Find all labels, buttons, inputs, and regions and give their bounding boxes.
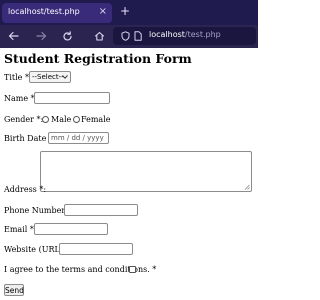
home-icon[interactable] — [92, 29, 106, 43]
address-textarea[interactable] — [40, 151, 252, 192]
resize-handle-icon[interactable] — [244, 184, 250, 190]
page-content: Student Registration Form Title *: --Sel… — [0, 48, 258, 300]
tab-close-icon[interactable]: × — [99, 6, 107, 18]
name-input[interactable] — [34, 92, 110, 104]
terms-checkbox[interactable] — [129, 266, 136, 273]
email-input[interactable] — [34, 223, 108, 235]
title-select[interactable]: --Select-- — [29, 71, 71, 83]
gender-male-radio[interactable] — [42, 116, 49, 123]
birth-date-input[interactable]: mm / dd / yyyy — [48, 132, 109, 144]
browser-tab-bar: localhost/test.php × + — [0, 0, 258, 25]
name-label: Name *: — [4, 94, 38, 103]
title-label: Title *: — [4, 73, 32, 82]
browser-nav-bar: localhost/test.php — [0, 25, 258, 48]
website-input[interactable] — [59, 243, 133, 255]
url-path: /test.php — [184, 30, 221, 39]
gender-female-label: Female — [81, 115, 111, 124]
url-text[interactable]: localhost/test.php — [149, 30, 221, 39]
send-button[interactable]: Send — [4, 284, 24, 296]
reload-icon[interactable] — [60, 29, 74, 43]
email-label: Email *: — [4, 225, 37, 234]
gender-male-label: Male — [51, 115, 72, 124]
website-label: Website (URL): — [4, 245, 66, 254]
url-bar[interactable]: localhost/test.php — [113, 27, 256, 45]
tab-title: localhost/test.php — [8, 7, 80, 16]
new-tab-icon[interactable]: + — [120, 4, 130, 18]
url-host: localhost — [149, 30, 185, 39]
browser-tab[interactable]: localhost/test.php × — [2, 3, 112, 23]
page-title: Student Registration Form — [4, 51, 192, 66]
gender-label: Gender *: — [4, 115, 44, 124]
back-arrow-icon[interactable] — [6, 29, 20, 43]
birth-date-placeholder: mm / dd / yyyy — [51, 134, 104, 142]
forward-arrow-icon[interactable] — [34, 29, 48, 43]
page-icon[interactable] — [133, 30, 143, 42]
phone-input[interactable] — [64, 204, 138, 216]
title-select-value: --Select-- — [32, 73, 64, 81]
address-label: Address *: — [4, 185, 47, 194]
gender-female-radio[interactable] — [73, 116, 80, 123]
shield-icon[interactable] — [120, 30, 130, 42]
chevron-down-icon — [62, 75, 68, 79]
